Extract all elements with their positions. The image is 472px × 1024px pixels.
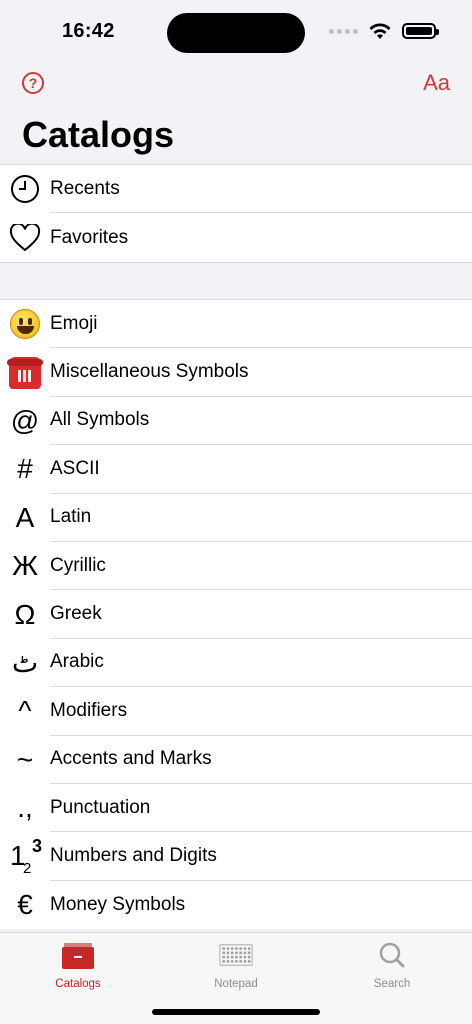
wifi-icon xyxy=(369,23,391,39)
help-button[interactable]: ? xyxy=(22,72,44,94)
tab-label: Search xyxy=(373,978,411,990)
status-indicators xyxy=(329,22,439,40)
euro-icon: € xyxy=(17,888,33,920)
status-time: 16:42 xyxy=(62,20,115,42)
navigation-bar: ? Aa Catalogs xyxy=(0,60,472,164)
list-item-modifiers[interactable]: ^ Modifiers xyxy=(0,687,472,736)
list-item-cyrillic[interactable]: Ж Cyrillic xyxy=(0,542,472,591)
list-item-label: Arabic xyxy=(50,639,472,688)
list-item-label: Cyrillic xyxy=(50,542,472,591)
tab-catalogs[interactable]: Catalogs xyxy=(18,941,138,990)
status-bar: 16:42 xyxy=(0,0,472,60)
punctuation-icon: ., xyxy=(17,792,33,824)
list-item-greek[interactable]: Ω Greek xyxy=(0,590,472,639)
tab-notepad[interactable]: Notepad xyxy=(176,941,296,990)
list-item-emoji[interactable]: Emoji xyxy=(0,300,472,349)
clock-icon xyxy=(0,165,50,213)
catalogs-tab-icon xyxy=(62,943,94,969)
list-item-miscellaneous-symbols[interactable]: Miscellaneous Symbols xyxy=(0,348,472,397)
question-circle-icon: ? xyxy=(28,75,38,91)
caret-icon: ^ xyxy=(18,695,32,727)
arabic-letter-icon: ٹ xyxy=(11,647,39,679)
cellular-signal-icon xyxy=(329,28,358,34)
list-item-latin[interactable]: A Latin xyxy=(0,494,472,542)
search-tab-icon xyxy=(379,942,405,968)
notepad-tab-icon xyxy=(219,944,253,966)
list-item-recents[interactable]: Recents xyxy=(0,165,472,214)
list-item-favorites[interactable]: Favorites xyxy=(0,213,472,261)
at-sign-icon: @ xyxy=(10,404,40,436)
latin-a-icon: A xyxy=(15,501,35,533)
tilde-icon: ~ xyxy=(16,743,34,775)
telephone-icon xyxy=(7,356,43,389)
list-item-label: Modifiers xyxy=(50,687,472,736)
list-item-label: Favorites xyxy=(50,226,129,248)
list-item-punctuation[interactable]: ., Punctuation xyxy=(0,784,472,833)
list-item-label: Recents xyxy=(50,165,472,214)
list-item-numbers-and-digits[interactable]: 1 2 3 Numbers and Digits xyxy=(0,832,472,881)
hash-icon: # xyxy=(17,453,33,485)
tab-search[interactable]: Search xyxy=(332,941,452,990)
personal-section: Recents Favorites xyxy=(0,164,472,263)
home-indicator xyxy=(152,1009,320,1015)
emoji-icon xyxy=(10,309,40,340)
list-item-label: All Symbols xyxy=(50,397,472,446)
list-item-label: Greek xyxy=(50,590,472,639)
list-item-label: Numbers and Digits xyxy=(50,832,472,881)
list-item-label: ASCII xyxy=(50,445,472,494)
list-item-label: Punctuation xyxy=(50,784,472,833)
cyrillic-zhe-icon: Ж xyxy=(12,550,38,582)
list-item-accents-and-marks[interactable]: ~ Accents and Marks xyxy=(0,736,472,784)
dynamic-island xyxy=(167,13,305,53)
list-item-arabic[interactable]: ٹ Arabic xyxy=(0,639,472,688)
catalog-section: Emoji Miscellaneous Symbols @ All Symbol… xyxy=(0,299,472,930)
font-size-button[interactable]: Aa xyxy=(423,70,450,96)
numbers-icon: 1 2 3 xyxy=(10,836,43,878)
tab-label: Notepad xyxy=(214,978,258,990)
page-title: Catalogs xyxy=(22,114,175,155)
list-item-label: Accents and Marks xyxy=(50,736,472,784)
list-item-label: Emoji xyxy=(50,300,472,349)
list-item-label: Money Symbols xyxy=(50,893,186,915)
list-item-all-symbols[interactable]: @ All Symbols xyxy=(0,397,472,446)
battery-icon xyxy=(402,23,439,39)
tab-label: Catalogs xyxy=(55,978,101,990)
heart-icon xyxy=(0,214,50,262)
list-item-label: Latin xyxy=(50,494,472,542)
list-item-label: Miscellaneous Symbols xyxy=(50,348,472,397)
list-item-money-symbols[interactable]: € Money Symbols xyxy=(0,881,472,929)
greek-omega-icon: Ω xyxy=(14,598,36,630)
list-item-ascii[interactable]: # ASCII xyxy=(0,445,472,494)
